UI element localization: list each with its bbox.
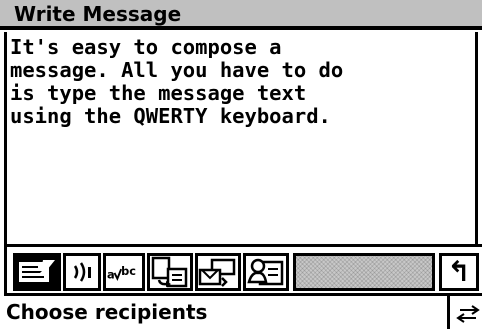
copy-paste-button[interactable]	[147, 253, 193, 291]
compose-icon	[19, 260, 55, 282]
communicator-screen: Write Message It's easy to compose a mes…	[0, 0, 482, 329]
svg-text:bc: bc	[121, 264, 136, 278]
contacts-icon	[247, 258, 284, 286]
insert-template-icon	[198, 258, 236, 287]
insert-template-button[interactable]	[195, 253, 241, 291]
sound-button[interactable]	[63, 253, 101, 291]
title-bar: Write Message	[0, 0, 482, 30]
spellcheck-icon: a bc	[107, 264, 136, 282]
toolbar-filler	[293, 253, 435, 291]
back-arrow-icon: ↰	[447, 255, 471, 288]
svg-text:a: a	[107, 268, 115, 282]
back-button[interactable]: ↰	[439, 253, 479, 291]
status-text: Choose recipients	[6, 300, 208, 324]
status-bar: Choose recipients	[0, 296, 482, 329]
contacts-button[interactable]	[243, 253, 289, 291]
copy-paste-icon	[151, 256, 188, 288]
spellcheck-button[interactable]: a bc	[103, 253, 145, 291]
toolbar: a bc ↰	[4, 244, 482, 296]
window-title: Write Message	[14, 2, 182, 26]
status-divider	[447, 296, 450, 329]
compose-button[interactable]	[13, 253, 61, 291]
scroll-arrows-icon[interactable]	[456, 304, 480, 324]
sound-icon	[73, 262, 91, 282]
message-body[interactable]: It's easy to compose a message. All you …	[10, 36, 470, 128]
